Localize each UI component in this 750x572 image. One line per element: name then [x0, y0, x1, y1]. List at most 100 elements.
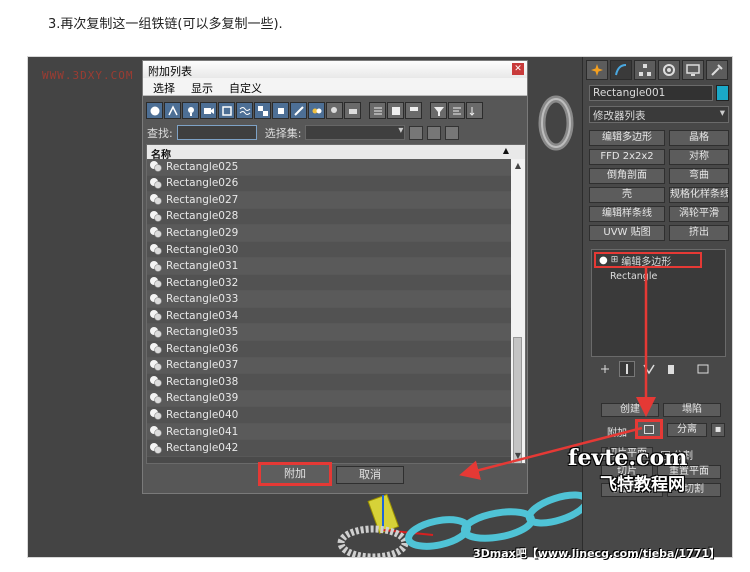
object-icon: [150, 343, 162, 355]
display-tab-icon[interactable]: [682, 60, 704, 80]
hierarchy-tab-icon[interactable]: [634, 60, 656, 80]
scroll-up-icon[interactable]: ▲: [511, 159, 525, 173]
sort-icon[interactable]: [466, 102, 483, 119]
list-item[interactable]: Rectangle034: [147, 307, 512, 325]
list-item[interactable]: Rectangle042: [147, 440, 512, 457]
helper-filter-icon[interactable]: [218, 102, 235, 119]
scroll-down-icon[interactable]: ▼: [511, 449, 525, 463]
light-filter-icon[interactable]: [182, 102, 199, 119]
list-item[interactable]: Rectangle038: [147, 374, 512, 391]
list-item[interactable]: Rectangle028: [147, 208, 512, 226]
menu-customize[interactable]: 自定义: [229, 80, 262, 95]
select-all-icon[interactable]: [387, 102, 404, 119]
modifier-button[interactable]: 编辑样条线: [589, 206, 665, 222]
list-item[interactable]: Rectangle025: [147, 159, 512, 176]
create-button[interactable]: 创建: [601, 403, 659, 417]
spacewarp-filter-icon[interactable]: [236, 102, 253, 119]
list-item[interactable]: Rectangle041: [147, 423, 512, 441]
list-scrollbar[interactable]: ▲ ▼: [511, 159, 525, 463]
find-label: 查找:: [147, 126, 173, 140]
modifier-list-dropdown[interactable]: 修改器列表: [589, 106, 729, 123]
list-item[interactable]: Rectangle037: [147, 357, 512, 375]
modifier-button[interactable]: UVW 贴图: [589, 225, 665, 241]
geometry-filter-icon[interactable]: [146, 102, 163, 119]
select-none-icon[interactable]: [405, 102, 422, 119]
utilities-tab-icon[interactable]: [706, 60, 728, 80]
menu-display[interactable]: 显示: [191, 80, 213, 95]
create-tab-icon[interactable]: [586, 60, 608, 80]
list-item-label: Rectangle033: [166, 293, 239, 306]
modifier-button[interactable]: 对称: [669, 149, 729, 165]
collapse-button[interactable]: 塌陷: [663, 403, 721, 417]
object-icon: [150, 376, 162, 388]
pin-stack-icon[interactable]: [597, 361, 613, 377]
modifier-button[interactable]: 倒角剖面: [589, 168, 665, 184]
dialog-titlebar[interactable]: 附加列表 ✕: [143, 61, 527, 78]
modifier-button[interactable]: 涡轮平滑: [669, 206, 729, 222]
detach-settings-icon[interactable]: ▪: [711, 423, 725, 437]
show-end-result-icon[interactable]: [619, 361, 635, 377]
object-icon: [150, 210, 162, 222]
shape-filter-icon[interactable]: [164, 102, 181, 119]
list-item[interactable]: Rectangle040: [147, 407, 512, 424]
close-icon[interactable]: ✕: [512, 63, 524, 75]
remove-modifier-icon[interactable]: [663, 361, 679, 377]
motion-tab-icon[interactable]: [658, 60, 680, 80]
list-item[interactable]: Rectangle031: [147, 258, 512, 275]
list-item[interactable]: Rectangle033: [147, 291, 512, 308]
selset-dropdown[interactable]: [305, 125, 406, 140]
lightbulb-icon[interactable]: ●: [599, 255, 608, 266]
configure-sets-icon[interactable]: [695, 361, 711, 377]
modifier-button[interactable]: 壳: [589, 187, 665, 203]
options-icon[interactable]: [448, 102, 465, 119]
list-item[interactable]: Rectangle035: [147, 324, 512, 342]
modifier-button[interactable]: 规格化样条线: [669, 187, 729, 203]
list-item[interactable]: Rectangle030: [147, 241, 512, 259]
bone-filter-icon[interactable]: [290, 102, 307, 119]
modifier-button[interactable]: 晶格: [669, 130, 729, 146]
invert-filter-icon[interactable]: [344, 102, 361, 119]
detach-button[interactable]: 分离: [667, 423, 707, 437]
list-view-icon[interactable]: [369, 102, 386, 119]
list-item[interactable]: Rectangle029: [147, 225, 512, 242]
stack-base-object[interactable]: Rectangle: [610, 271, 657, 282]
object-name-field[interactable]: Rectangle001: [589, 85, 713, 101]
fevte-watermark: fevte.com: [568, 445, 688, 471]
xref-filter-icon[interactable]: [272, 102, 289, 119]
object-icon: [150, 392, 162, 404]
make-unique-icon[interactable]: [641, 361, 657, 377]
camera-filter-icon[interactable]: [200, 102, 217, 119]
find-input[interactable]: [176, 125, 257, 140]
expand-icon[interactable]: ⊞: [611, 255, 619, 265]
filter-icon[interactable]: [430, 102, 447, 119]
modifier-button[interactable]: 弯曲: [669, 168, 729, 184]
modifier-button[interactable]: 挤出: [669, 225, 729, 241]
list-item-label: Rectangle036: [166, 342, 239, 355]
none-filter-icon[interactable]: [326, 102, 343, 119]
list-item[interactable]: Rectangle036: [147, 341, 512, 358]
all-filter-icon[interactable]: [308, 102, 325, 119]
name-column-header[interactable]: 名称 ▲: [147, 145, 525, 161]
attach-label[interactable]: 附加: [607, 424, 627, 439]
list-item[interactable]: Rectangle039: [147, 390, 512, 408]
selset-remove-icon[interactable]: [445, 125, 460, 140]
modify-tab-icon[interactable]: [610, 60, 632, 80]
menu-select[interactable]: 选择: [153, 80, 175, 95]
attach-button[interactable]: 附加: [258, 462, 332, 486]
list-item-label: Rectangle039: [166, 392, 239, 405]
modifier-button[interactable]: 编辑多边形: [589, 130, 665, 146]
stack-item-edit-poly[interactable]: ● ⊞ 编辑多边形: [594, 252, 702, 268]
group-filter-icon[interactable]: [254, 102, 271, 119]
scroll-thumb[interactable]: [513, 337, 522, 463]
list-item[interactable]: Rectangle026: [147, 175, 512, 193]
list-item[interactable]: Rectangle027: [147, 192, 512, 209]
selset-edit-icon[interactable]: [427, 125, 442, 140]
list-rows: Rectangle025 Rectangle026 Rectangle027 Rect…: [147, 159, 512, 463]
modifier-button[interactable]: FFD 2x2x2: [589, 149, 665, 165]
cancel-button[interactable]: 取消: [336, 466, 404, 484]
viewport[interactable]: WWW.3DXY.COM 附加列表 ✕ 选择 显示 自定义 查找: 选择集: ▾…: [28, 57, 591, 557]
attach-list-button[interactable]: [635, 419, 663, 439]
list-item[interactable]: Rectangle032: [147, 274, 512, 292]
selset-add-icon[interactable]: [409, 125, 424, 140]
object-color-swatch[interactable]: [716, 85, 729, 101]
